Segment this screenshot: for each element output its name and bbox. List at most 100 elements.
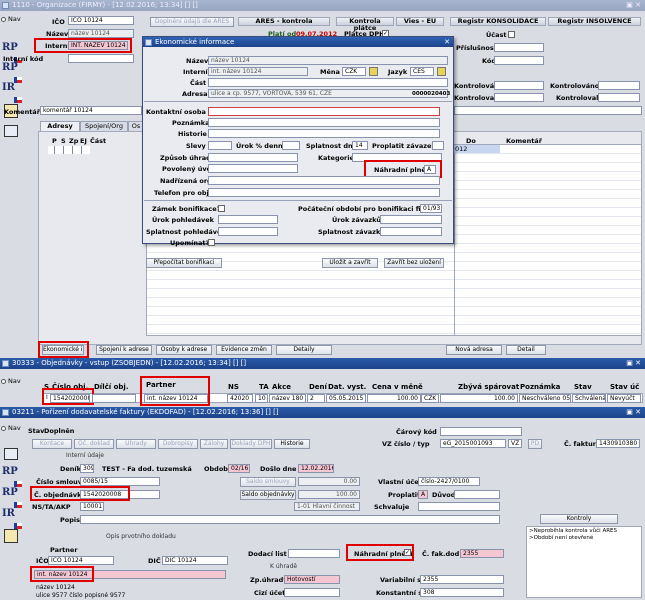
cislo-objednavky-field[interactable]: 1542020008 [80, 490, 160, 499]
dialog-close-icon[interactable]: ✕ [444, 37, 450, 47]
tab-adresy[interactable]: Adresy [40, 121, 80, 131]
window3-titlebar[interactable]: 03211 - Pořízení dodavatelské faktury (E… [0, 407, 645, 418]
row-akce[interactable]: název 180 [269, 394, 306, 403]
prepocitat-bonifikaci-button[interactable]: Přepočítat bonifikaci [146, 258, 222, 268]
historie-button[interactable]: Historie [274, 439, 310, 449]
checkbox-row[interactable] [48, 146, 90, 154]
kontroly-button[interactable]: Kontroly [540, 514, 618, 524]
kontrolovano-field-1[interactable] [494, 81, 544, 90]
ns-ta-field[interactable]: 10001 [80, 502, 104, 511]
window-controls-icon[interactable]: ▣ ✕ [626, 358, 641, 369]
dic-field[interactable]: DIČ 10124 [162, 556, 228, 565]
partner-name-field[interactable]: int. název 10124 [34, 570, 226, 579]
row-poznamka[interactable]: Neschváleno 05.0 [519, 394, 571, 403]
doklady-dph-button[interactable]: Doklady DPH [230, 439, 272, 449]
popis-field[interactable] [80, 515, 500, 524]
rp-button-2[interactable]: RP [2, 62, 18, 73]
row-cislo[interactable]: 1542020008 [50, 394, 90, 403]
row-datum[interactable]: 05.05.2015 [326, 394, 366, 403]
kontace-button[interactable]: Kontace [32, 439, 72, 449]
evidence-zmen-button[interactable]: Evidence změn [216, 345, 272, 355]
obdobi-field[interactable]: 02/16 [228, 464, 250, 473]
zp-uhrady-field[interactable]: Hotovostí [284, 575, 340, 584]
ir-button[interactable]: IR [2, 82, 15, 93]
splatnost-dni-field[interactable]: 14 [352, 141, 368, 150]
jazyk-picker-icon[interactable] [437, 67, 446, 76]
saldo-smlouvy-field[interactable]: 0.00 [298, 477, 360, 486]
mena-picker-icon[interactable] [369, 67, 378, 76]
pd-button[interactable]: PD [528, 439, 542, 449]
nav-radio-3[interactable]: Nav [1, 424, 21, 432]
row-ns[interactable]: 42020 [227, 394, 253, 403]
urok-pohledavek-field[interactable] [218, 215, 278, 224]
ucast-checkbox[interactable] [508, 31, 515, 38]
povoleny-uver-field[interactable] [208, 164, 298, 173]
vz-type-field[interactable]: VZ [508, 439, 522, 448]
zamek-bonifikace-checkbox[interactable] [218, 205, 225, 212]
urok-zavazku-field[interactable] [380, 215, 442, 224]
kontrolovano-field-2[interactable] [598, 81, 640, 90]
row-stav[interactable]: Schválená [572, 394, 606, 403]
vz-field[interactable]: eG_2015001093 [440, 439, 506, 448]
exit-door-icon[interactable] [4, 529, 18, 543]
kontaktni-osoba-field[interactable] [208, 107, 440, 116]
zavrit-bez-ulozeni-button[interactable]: Zavřít bez uložení [384, 258, 444, 268]
nazev-field[interactable]: název 10124 [68, 29, 134, 38]
tree-icon[interactable] [4, 125, 18, 137]
doslo-dne-field[interactable]: 12.02.2016 [298, 464, 334, 473]
adresy-grid-right[interactable] [454, 144, 642, 336]
row-mena[interactable]: CZK [421, 394, 439, 403]
upominat-checkbox[interactable] [208, 239, 215, 246]
saldo-smlouvy-button[interactable]: Saldo smlouvy [240, 477, 296, 487]
tools-icon[interactable] [4, 448, 18, 460]
rp-button-1[interactable]: RP [2, 42, 18, 53]
cizi-ucet-field[interactable] [284, 588, 340, 597]
spojeni-k-adrese-button[interactable]: Spojení k adrese [96, 345, 152, 355]
window1-titlebar[interactable]: 1110 - Organizace (FIRMY) - [12.02.2016;… [0, 0, 645, 11]
komentar-field-ext[interactable] [454, 106, 642, 115]
splatnost-pohledavek-field[interactable] [218, 227, 278, 236]
interni-kod-field[interactable] [68, 54, 134, 63]
variabilni-field[interactable]: 2355 [420, 575, 504, 584]
window-controls-icon[interactable]: ▣ ✕ [626, 407, 641, 418]
cislo-fak-dod-field[interactable]: 2355 [460, 549, 504, 558]
cislo-faktury-field[interactable]: 1430910380 [596, 439, 640, 448]
detaily-button[interactable]: Detaily [276, 345, 332, 355]
saldo-objednavky-button[interactable]: Saldo objednávky [240, 490, 296, 500]
row-dilci[interactable] [92, 394, 136, 403]
uhrady-button[interactable]: Úhrady [116, 439, 156, 449]
nav-radio[interactable]: Nav [1, 15, 21, 23]
schvaluje-field[interactable] [418, 502, 500, 511]
komentar-field[interactable]: komentář 10124 [40, 106, 142, 115]
oc-doklad-button[interactable]: Oč. doklad [74, 439, 114, 449]
historie-field[interactable] [208, 129, 440, 138]
rp-button-3[interactable]: RP [2, 466, 18, 477]
window-controls-icon[interactable]: ▣ ✕ [626, 0, 641, 11]
prislusnost-select[interactable] [494, 43, 544, 52]
dlg-nazev-field[interactable]: název 10124 [208, 56, 448, 65]
rp-button-4[interactable]: RP [2, 487, 18, 498]
pocatecni-obdobi-field[interactable]: 01/93 [420, 204, 442, 213]
telefon-field[interactable] [208, 188, 440, 197]
dobropisy-button[interactable]: Dobropisy [158, 439, 198, 449]
row-zbyva[interactable]: 100.00 [440, 394, 518, 403]
ekonomicke-inf-button[interactable]: Ekonomické inf. [42, 345, 84, 355]
dodaci-list-field[interactable] [288, 549, 340, 558]
kategorie-field[interactable] [352, 153, 442, 162]
kontroloval-field-2[interactable] [598, 93, 640, 102]
ulozit-zavrit-button[interactable]: Uložit a zavřít [322, 258, 378, 268]
splatnost-zavazku-field[interactable] [380, 227, 442, 236]
duvod-field[interactable] [454, 490, 500, 499]
ico-field-3[interactable]: IČO 10124 [48, 556, 114, 565]
carovy-kod-field[interactable] [440, 427, 522, 436]
poznamka-field[interactable] [208, 118, 440, 127]
ico-field[interactable]: IČO 10124 [68, 16, 134, 25]
cislo-smlouvy-field[interactable]: 0085/15 [80, 477, 160, 486]
dlg-mena-field[interactable]: CZK [342, 67, 366, 76]
dialog-titlebar[interactable]: Ekonomické informace ✕ [143, 37, 453, 47]
denik-field[interactable]: 309 [80, 464, 94, 473]
dlg-cast-field[interactable] [208, 78, 448, 87]
interni-field[interactable]: INT. NÁZEV 10124 [68, 41, 128, 50]
row-ta[interactable]: 10 [255, 394, 268, 403]
vlastni-ucet-field[interactable]: číslo-2427/0100 [418, 477, 480, 486]
